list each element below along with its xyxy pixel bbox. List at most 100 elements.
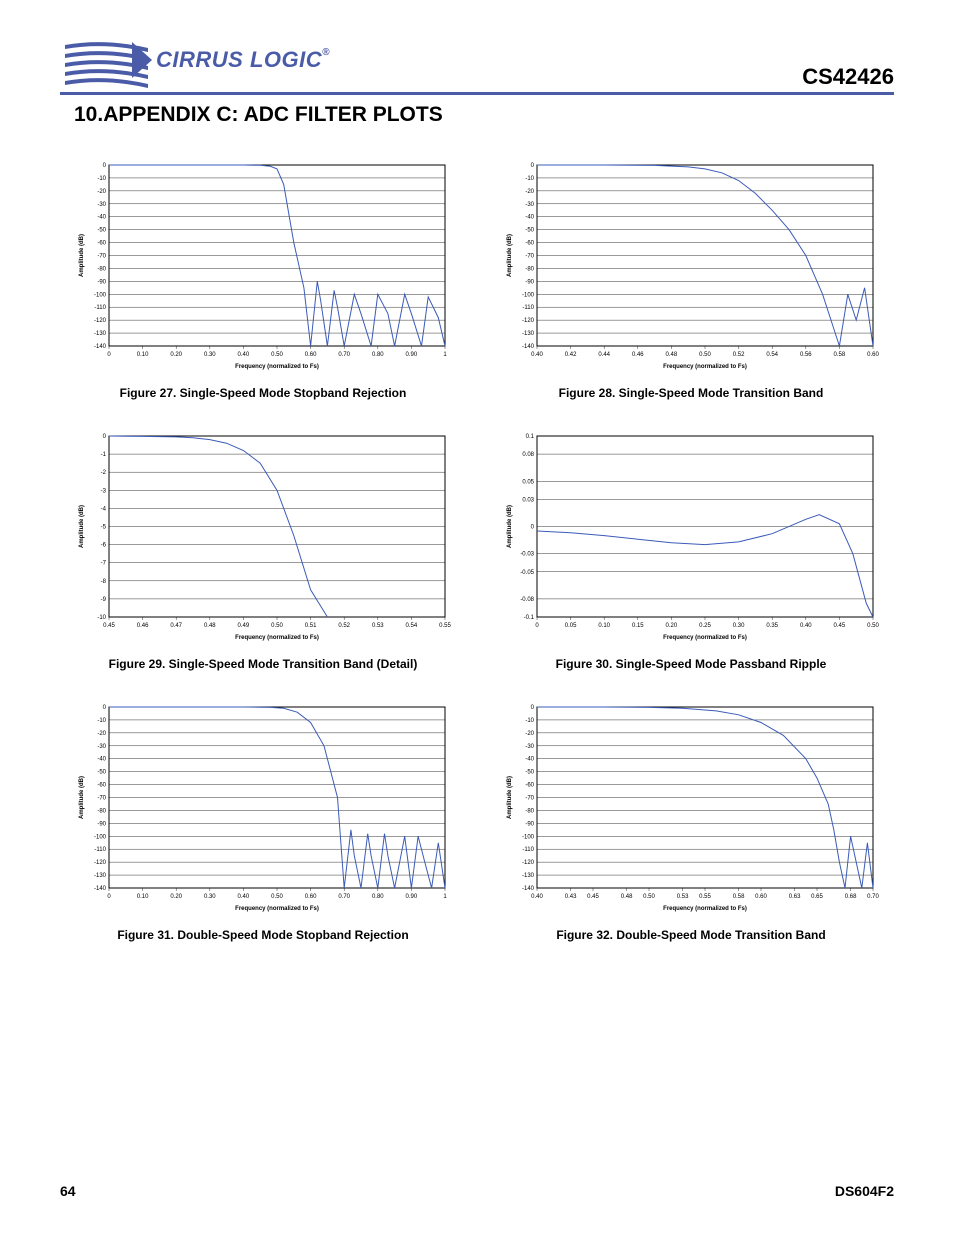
svg-text:-50: -50: [97, 770, 106, 776]
svg-text:0.48: 0.48: [621, 894, 633, 900]
svg-text:-70: -70: [525, 254, 534, 260]
svg-text:0.46: 0.46: [632, 352, 644, 358]
svg-text:-60: -60: [525, 783, 534, 789]
svg-text:-100: -100: [94, 292, 107, 298]
svg-text:-100: -100: [522, 834, 535, 840]
svg-text:-60: -60: [97, 783, 106, 789]
svg-text:-100: -100: [94, 834, 107, 840]
svg-text:-120: -120: [94, 860, 107, 866]
svg-text:-80: -80: [97, 266, 106, 272]
svg-text:-130: -130: [94, 331, 107, 337]
svg-text:0.50: 0.50: [643, 894, 655, 900]
svg-text:0.60: 0.60: [305, 894, 317, 900]
svg-text:0.60: 0.60: [305, 352, 317, 358]
svg-text:0.30: 0.30: [204, 894, 216, 900]
svg-text:0.48: 0.48: [666, 352, 678, 358]
svg-text:0.40: 0.40: [800, 623, 812, 629]
svg-text:-20: -20: [525, 189, 534, 195]
svg-text:0.03: 0.03: [522, 497, 534, 503]
svg-text:-9: -9: [101, 597, 107, 603]
svg-text:-110: -110: [522, 305, 534, 311]
page-header: CIRRUS LOGIC® CS42426: [60, 30, 894, 95]
svg-text:-50: -50: [525, 228, 534, 234]
datasheet-page: CIRRUS LOGIC® CS42426 10.APPENDIX C: ADC…: [0, 0, 954, 1235]
svg-text:-40: -40: [525, 215, 534, 221]
svg-text:-40: -40: [97, 215, 106, 221]
svg-text:-110: -110: [522, 847, 534, 853]
svg-text:-70: -70: [97, 796, 106, 802]
svg-text:-110: -110: [94, 305, 106, 311]
section-title: 10.APPENDIX C: ADC FILTER PLOTS: [74, 103, 894, 127]
svg-text:-6: -6: [101, 543, 107, 549]
svg-text:0: 0: [107, 352, 111, 358]
svg-text:-30: -30: [525, 202, 534, 208]
svg-text:0.42: 0.42: [565, 352, 577, 358]
svg-text:-140: -140: [94, 886, 107, 892]
svg-text:-80: -80: [525, 808, 534, 814]
svg-text:-0.05: -0.05: [520, 570, 534, 576]
svg-text:0.55: 0.55: [699, 894, 711, 900]
svg-text:0.51: 0.51: [305, 623, 317, 629]
svg-text:-130: -130: [522, 873, 535, 879]
svg-text:0.44: 0.44: [598, 352, 610, 358]
svg-text:-130: -130: [94, 873, 107, 879]
svg-text:-0.1: -0.1: [524, 615, 535, 621]
svg-text:0.50: 0.50: [699, 352, 711, 358]
svg-text:-0.08: -0.08: [520, 597, 534, 603]
company-name: CIRRUS LOGIC®: [156, 47, 330, 73]
svg-text:Frequency (normalized to Fs): Frequency (normalized to Fs): [663, 635, 747, 641]
svg-text:0.20: 0.20: [666, 623, 678, 629]
page-number: 64: [60, 1183, 76, 1199]
svg-text:0: 0: [531, 705, 535, 711]
svg-text:-90: -90: [525, 279, 534, 285]
svg-text:Amplitude (dB): Amplitude (dB): [79, 505, 85, 548]
svg-text:-10: -10: [97, 615, 106, 621]
svg-text:Frequency (normalized to Fs): Frequency (normalized to Fs): [235, 364, 319, 370]
svg-text:-140: -140: [522, 344, 535, 350]
svg-text:0.45: 0.45: [587, 894, 599, 900]
svg-text:-100: -100: [522, 292, 535, 298]
svg-text:-130: -130: [522, 331, 535, 337]
figure-28: 0-10-20-30-40-50-60-70-80-90-100-110-120…: [490, 157, 892, 400]
svg-text:0.63: 0.63: [789, 894, 801, 900]
figure-31-caption: Figure 31. Double-Speed Mode Stopband Re…: [62, 928, 464, 942]
svg-text:-120: -120: [522, 318, 535, 324]
svg-text:0.45: 0.45: [103, 623, 115, 629]
figure-28-caption: Figure 28. Single-Speed Mode Transition …: [490, 386, 892, 400]
svg-text:0.49: 0.49: [238, 623, 250, 629]
figure-27: 0-10-20-30-40-50-60-70-80-90-100-110-120…: [62, 157, 464, 400]
svg-text:0.68: 0.68: [845, 894, 857, 900]
svg-text:0.53: 0.53: [677, 894, 689, 900]
svg-text:-7: -7: [101, 561, 107, 567]
svg-text:-50: -50: [97, 228, 106, 234]
svg-text:Amplitude (dB): Amplitude (dB): [507, 234, 513, 277]
svg-text:0.05: 0.05: [522, 479, 534, 485]
svg-text:-30: -30: [97, 744, 106, 750]
svg-text:Frequency (normalized to Fs): Frequency (normalized to Fs): [235, 635, 319, 641]
svg-text:0.58: 0.58: [834, 352, 846, 358]
svg-text:0.10: 0.10: [598, 623, 610, 629]
svg-text:0.54: 0.54: [406, 623, 418, 629]
svg-text:Amplitude (dB): Amplitude (dB): [79, 776, 85, 819]
svg-text:-80: -80: [525, 266, 534, 272]
svg-text:-70: -70: [97, 254, 106, 260]
svg-text:-20: -20: [525, 731, 534, 737]
svg-text:0: 0: [531, 525, 535, 531]
svg-text:-140: -140: [94, 344, 107, 350]
svg-text:0.70: 0.70: [867, 894, 879, 900]
svg-text:-10: -10: [97, 718, 106, 724]
svg-text:0.15: 0.15: [632, 623, 644, 629]
svg-text:0.55: 0.55: [439, 623, 451, 629]
svg-text:0.10: 0.10: [137, 352, 149, 358]
svg-text:0.52: 0.52: [733, 352, 745, 358]
svg-text:0.56: 0.56: [800, 352, 812, 358]
doc-id: DS604F2: [835, 1183, 894, 1199]
svg-text:-30: -30: [525, 744, 534, 750]
svg-text:0.35: 0.35: [766, 623, 778, 629]
svg-text:0.50: 0.50: [271, 894, 283, 900]
svg-text:0.70: 0.70: [338, 894, 350, 900]
svg-text:-20: -20: [97, 731, 106, 737]
svg-text:-3: -3: [101, 488, 107, 494]
svg-text:0.25: 0.25: [699, 623, 711, 629]
svg-text:-5: -5: [101, 525, 107, 531]
